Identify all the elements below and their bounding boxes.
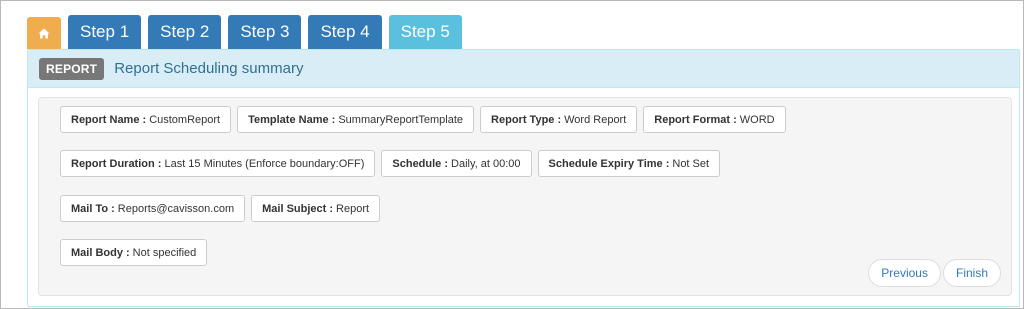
report-type-chip: Report Type : Word Report: [480, 106, 638, 133]
schedule-expiry-chip: Schedule Expiry Time : Not Set: [537, 150, 721, 177]
wizard-tabs: Step 1 Step 2 Step 3 Step 4 Step 5: [27, 15, 462, 49]
template-name-value: SummaryReportTemplate: [338, 113, 464, 126]
report-format-label: Report Format :: [654, 113, 737, 126]
mail-to-value: Reports@cavisson.com: [117, 202, 235, 215]
previous-button[interactable]: Previous: [868, 259, 941, 287]
mail-body-label: Mail Body :: [71, 246, 130, 259]
report-name-chip: Report Name : CustomReport: [60, 106, 232, 133]
tab-step-4[interactable]: Step 4: [308, 15, 382, 49]
panel-title: Report Scheduling summary: [114, 60, 304, 77]
schedule-label: Schedule :: [392, 157, 449, 170]
tab-step-5[interactable]: Step 5: [388, 15, 462, 49]
window-frame: Step 1 Step 2 Step 3 Step 4 Step 5 REPOR…: [0, 0, 1024, 309]
template-name-chip: Template Name : SummaryReportTemplate: [237, 106, 475, 133]
summary-row-1: Report Name : CustomReport Template Name…: [60, 106, 786, 133]
report-name-label: Report Name :: [71, 113, 147, 126]
template-name-label: Template Name :: [248, 113, 336, 126]
report-format-chip: Report Format : WORD: [643, 106, 786, 133]
panel-heading: REPORT Report Scheduling summary: [28, 50, 1019, 88]
mail-body-chip: Mail Body : Not specified: [60, 239, 208, 266]
report-type-label: Report Type :: [491, 113, 562, 126]
tab-step-3[interactable]: Step 3: [228, 15, 302, 49]
summary-well: Report Name : CustomReport Template Name…: [38, 97, 1012, 296]
summary-row-3: Mail To : Reports@cavisson.com Mail Subj…: [60, 195, 381, 222]
report-duration-value: Last 15 Minutes (Enforce boundary:OFF): [164, 157, 365, 170]
summary-panel: REPORT Report Scheduling summary Report …: [27, 49, 1020, 307]
mail-to-chip: Mail To : Reports@cavisson.com: [60, 195, 246, 222]
report-duration-label: Report Duration :: [71, 157, 162, 170]
mail-subject-label: Mail Subject :: [262, 202, 334, 215]
report-duration-chip: Report Duration : Last 15 Minutes (Enfor…: [60, 150, 376, 177]
tab-step-1[interactable]: Step 1: [68, 15, 142, 49]
schedule-value: Daily, at 00:00: [451, 157, 521, 170]
report-type-value: Word Report: [564, 113, 627, 126]
report-name-value: CustomReport: [149, 113, 221, 126]
report-format-value: WORD: [739, 113, 775, 126]
tab-step-2[interactable]: Step 2: [148, 15, 222, 49]
mail-subject-value: Report: [336, 202, 370, 215]
finish-button[interactable]: Finish: [942, 259, 1001, 287]
wizard-nav: Previous Finish: [868, 259, 1001, 287]
summary-row-2: Report Duration : Last 15 Minutes (Enfor…: [60, 150, 721, 177]
home-tab[interactable]: [27, 17, 61, 49]
mail-to-label: Mail To :: [71, 202, 115, 215]
summary-row-4: Mail Body : Not specified: [60, 239, 208, 266]
schedule-expiry-label: Schedule Expiry Time :: [548, 157, 670, 170]
mail-subject-chip: Mail Subject : Report: [251, 195, 381, 222]
mail-body-value: Not specified: [132, 246, 197, 259]
home-icon: [38, 28, 50, 38]
report-badge: REPORT: [39, 57, 105, 80]
schedule-expiry-value: Not Set: [672, 157, 710, 170]
schedule-chip: Schedule : Daily, at 00:00: [381, 150, 532, 177]
